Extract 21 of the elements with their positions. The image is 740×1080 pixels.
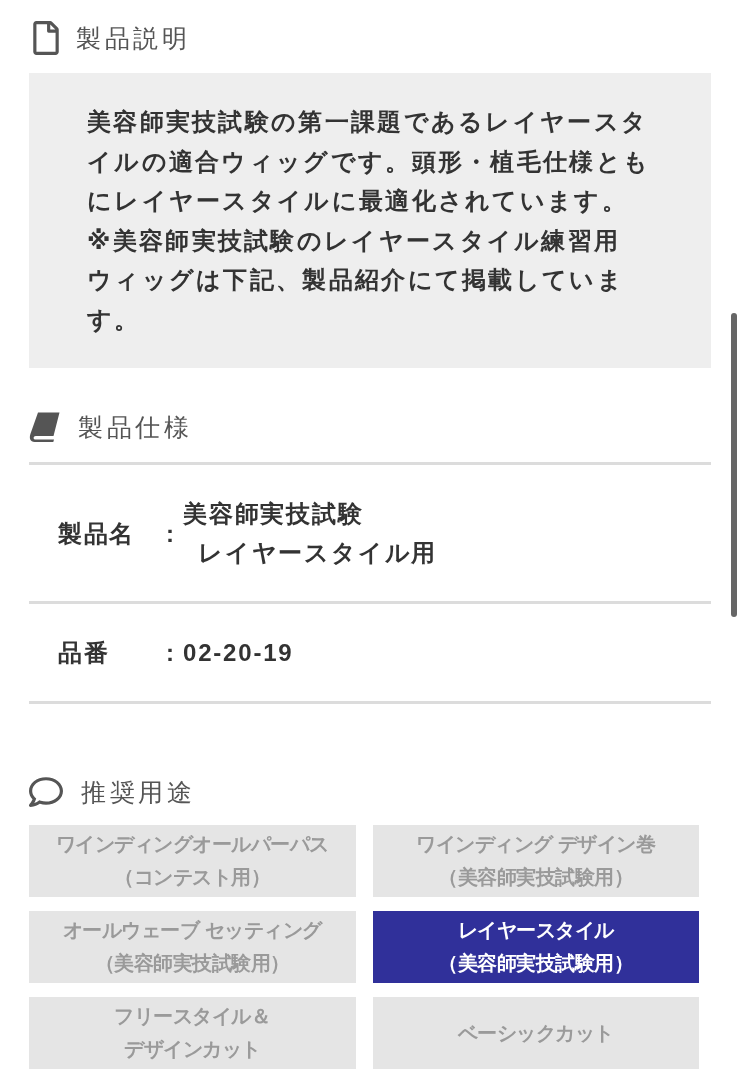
section-title: 製品仕様 — [78, 412, 192, 443]
section-title: 製品説明 — [76, 23, 190, 54]
spec-value: 02-20-19 — [183, 638, 294, 668]
category-button[interactable]: ワインディング デザイン巻 （美容師実技試験用） — [372, 825, 699, 897]
category-button[interactable]: ベーシックカット — [372, 997, 699, 1069]
spec-value: 美容師実技試験 — [183, 499, 364, 529]
scrollbar-thumb[interactable] — [731, 313, 737, 617]
description-text: ※美容師実技試験のレイヤースタイル練習用ウィッグは下記、製品紹介にて掲載しています。 — [87, 225, 625, 335]
category-button[interactable]: オールウェーブ セッティング （美容師実技試験用） — [29, 911, 356, 983]
description-text: 美容師実技試験の第一課題であるレイヤースタイルの適合ウィッグです。頭形・植毛仕様ともにレイヤースタイルに最適化されています。 — [87, 107, 652, 217]
section-title: 推奨用途 — [81, 777, 195, 808]
spec-label: 品番 — [58, 638, 110, 668]
book-icon — [29, 412, 60, 442]
separator: : — [166, 638, 175, 668]
spec-label: 製品名 — [58, 518, 136, 549]
speech-bubble-icon — [29, 775, 63, 809]
category-button[interactable]: レイヤースタイル （美容師実技試験用） — [372, 911, 699, 983]
separator: : — [166, 518, 175, 549]
spec-value: レイヤースタイル用 — [198, 538, 438, 568]
category-button[interactable]: フリースタイル＆ デザインカット — [29, 997, 356, 1069]
category-button[interactable]: ワインディングオールパーパス （コンテスト用） — [29, 825, 356, 897]
